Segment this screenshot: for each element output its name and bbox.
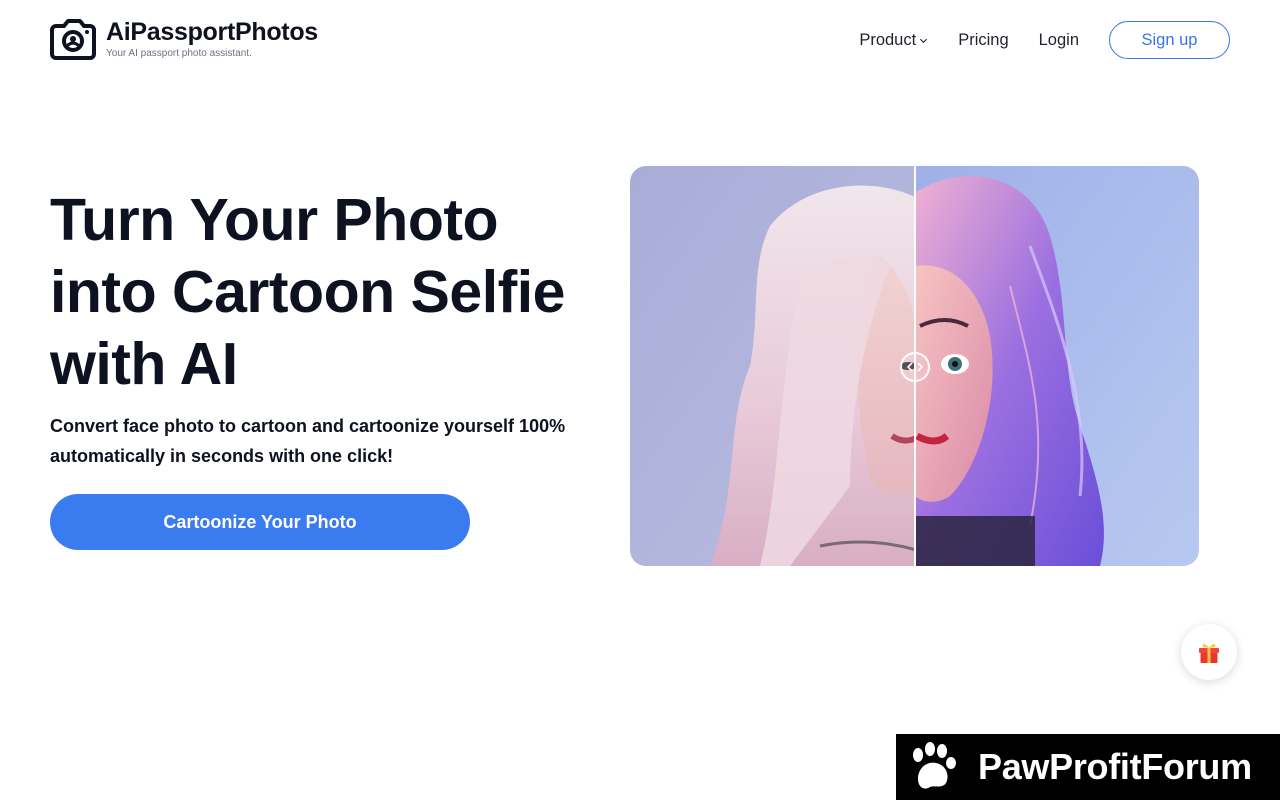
hero-subtitle-line: automatically in seconds with one click! — [50, 446, 394, 466]
before-after-comparison[interactable] — [630, 166, 1199, 566]
site-header: AiPassportPhotos Your AI passport photo … — [0, 0, 1280, 80]
nav-item-label: Pricing — [958, 30, 1009, 49]
hero-title-line: into Cartoon Selfie — [50, 259, 565, 325]
hero-subtitle-line: Convert face photo to cartoon and cartoo… — [50, 416, 566, 436]
watermark-banner: PawProfitForum — [896, 734, 1280, 800]
watermark-text: PawProfitForum — [978, 746, 1252, 787]
brand-name: AiPassportPhotos — [106, 17, 318, 46]
main-nav: Product Pricing Login Sign up — [859, 21, 1230, 59]
hero-title: Turn Your Photo into Cartoon Selfie with… — [50, 184, 610, 400]
cartoon-photo — [915, 166, 1199, 566]
camera-icon — [50, 19, 96, 60]
brand-tagline: Your AI passport photo assistant. — [106, 47, 252, 59]
compare-slider-icon — [906, 362, 924, 372]
brand-logo[interactable]: AiPassportPhotos Your AI passport photo … — [50, 18, 318, 60]
original-photo — [630, 166, 915, 566]
nav-item-product[interactable]: Product — [859, 31, 928, 50]
nav-item-label: Login — [1038, 30, 1079, 49]
hero-title-line: Turn Your Photo — [50, 187, 499, 253]
gift-icon — [1199, 644, 1219, 663]
brand-text: AiPassportPhotos Your AI passport photo … — [106, 17, 318, 59]
hero-title-line: with AI — [50, 331, 238, 397]
chevron-down-icon — [920, 38, 928, 43]
compare-slider-handle[interactable] — [900, 352, 930, 382]
paw-icon — [913, 742, 956, 789]
gift-button[interactable] — [1181, 624, 1237, 680]
nav-item-pricing[interactable]: Pricing — [958, 31, 1008, 50]
hero-subtitle: Convert face photo to cartoon and cartoo… — [50, 411, 610, 471]
signup-button[interactable]: Sign up — [1109, 21, 1230, 59]
nav-item-label: Product — [859, 30, 917, 49]
cartoonize-button[interactable]: Cartoonize Your Photo — [50, 494, 470, 550]
nav-item-login[interactable]: Login — [1039, 31, 1079, 50]
